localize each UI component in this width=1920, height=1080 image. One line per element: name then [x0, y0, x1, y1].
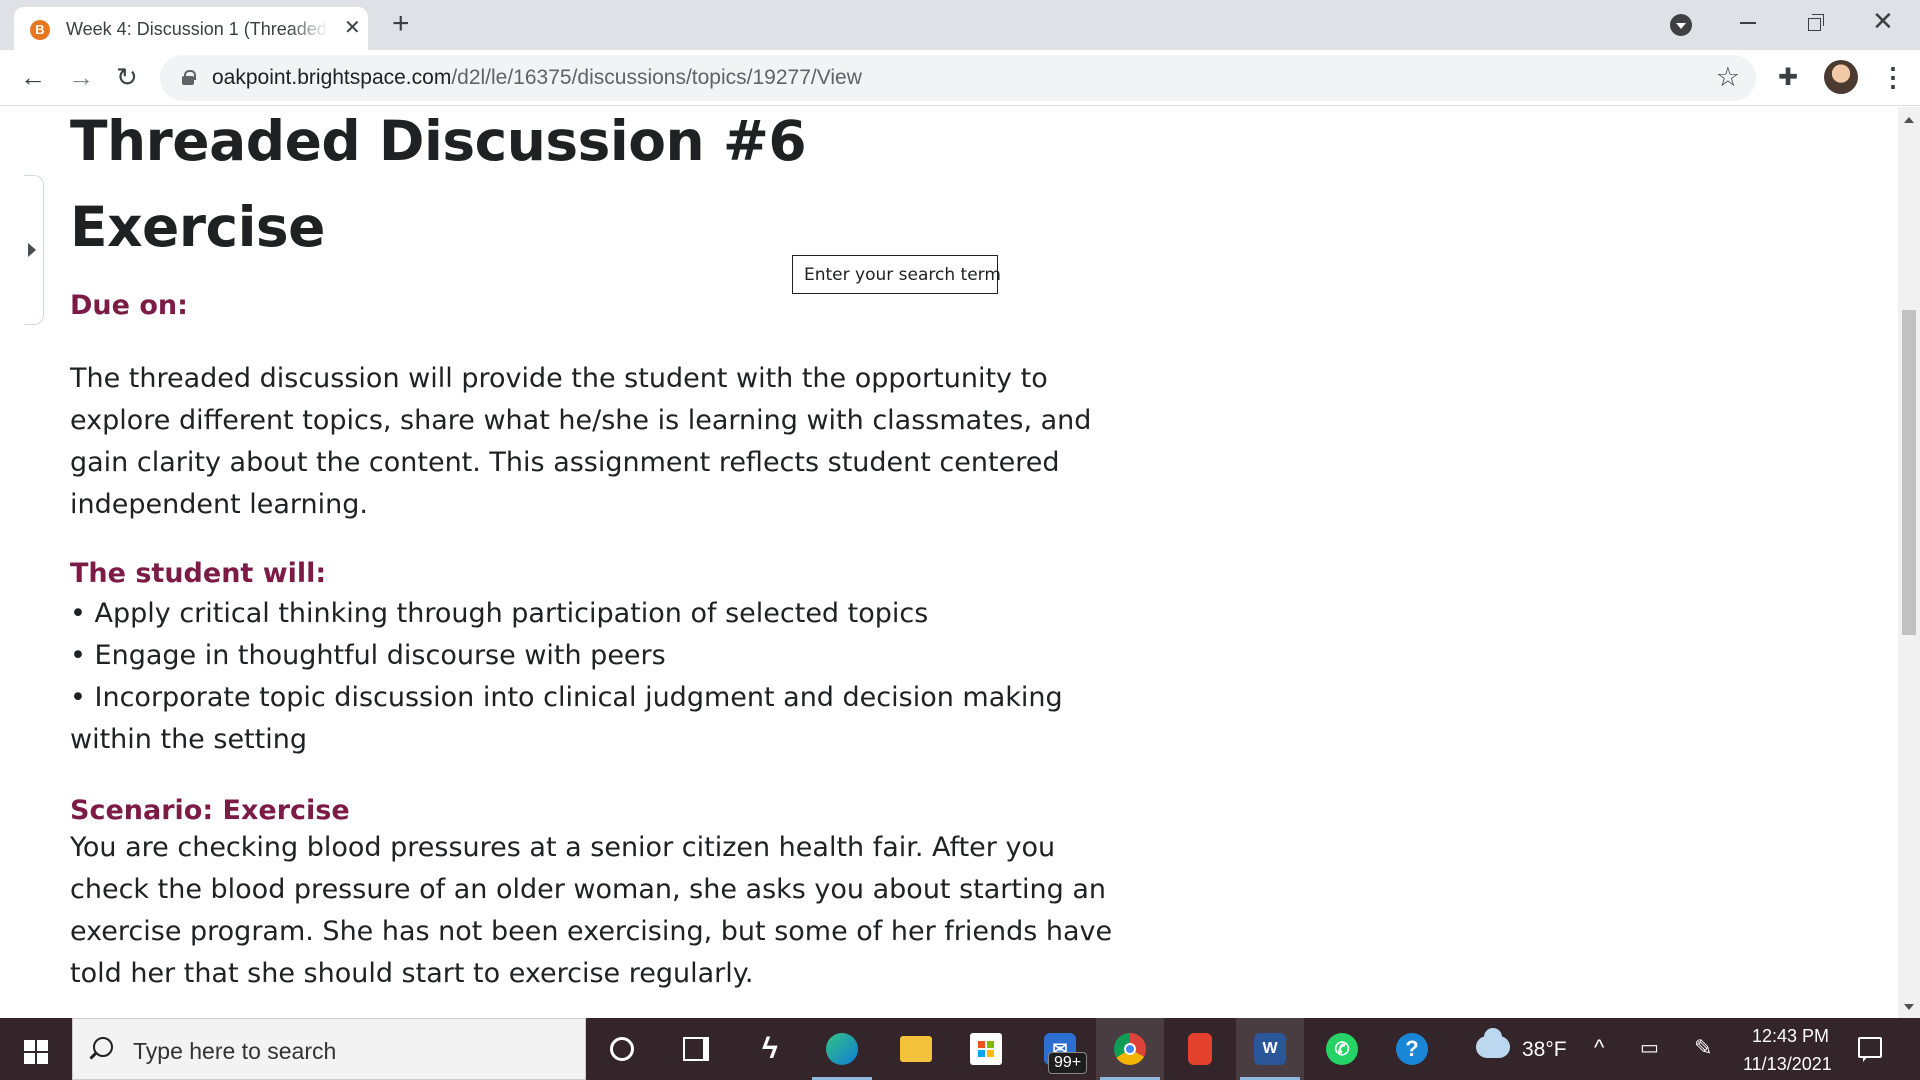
window-close-icon[interactable]: ✕	[1872, 8, 1894, 34]
url-path: /d2l/le/16375/discussions/topics/19277/V…	[451, 66, 862, 89]
cortana-icon	[610, 1037, 634, 1061]
search-icon	[93, 1037, 113, 1057]
scroll-up-icon[interactable]	[1904, 117, 1914, 123]
forward-icon[interactable]: →	[68, 62, 94, 92]
page-scrollbar[interactable]	[1898, 107, 1920, 1018]
taskbar-app-help[interactable]: ?	[1378, 1018, 1446, 1080]
browser-toolbar: ← → ↻ oakpoint.brightspace.com/d2l/le/16…	[0, 50, 1920, 106]
lock-icon[interactable]	[182, 70, 196, 85]
list-item: Incorporate topic discussion into clinic…	[70, 677, 1130, 761]
whatsapp-icon: ✆	[1326, 1033, 1358, 1065]
notification-icon[interactable]	[1858, 1037, 1882, 1062]
edge-icon	[826, 1033, 858, 1065]
restore-icon[interactable]	[1808, 14, 1824, 31]
mail-badge: 99+	[1048, 1052, 1088, 1074]
browser-tab[interactable]: B Week 4: Discussion 1 (Threaded Discuss…	[14, 7, 368, 50]
kebab-menu-icon[interactable]: ⋮	[1880, 63, 1906, 91]
task-view-button[interactable]	[662, 1018, 730, 1080]
url-text[interactable]: oakpoint.brightspace.com/d2l/le/16375/di…	[212, 66, 862, 90]
taskbar-search-placeholder: Type here to search	[133, 1038, 337, 1064]
scenario-heading: Scenario: Exercise	[70, 795, 350, 826]
search-input[interactable]: Enter your search term	[792, 255, 1001, 294]
office-icon	[1188, 1033, 1212, 1065]
tab-strip: B Week 4: Discussion 1 (Threaded Discuss…	[0, 0, 1920, 50]
close-icon[interactable]: ✕	[344, 17, 361, 39]
back-icon[interactable]: ←	[20, 62, 46, 92]
star-icon[interactable]: ☆	[1716, 62, 1740, 92]
taskbar-app-whatsapp[interactable]: ✆	[1308, 1018, 1376, 1080]
list-item: Engage in thoughtful discourse with peer…	[70, 635, 1130, 677]
taskbar-app-store[interactable]	[952, 1018, 1020, 1080]
store-icon	[970, 1033, 1002, 1065]
chrome-icon	[1114, 1033, 1146, 1065]
windows-start-icon[interactable]	[24, 1040, 48, 1064]
folder-icon	[900, 1036, 932, 1062]
url-host: oakpoint.brightspace.com	[212, 66, 452, 89]
tab-title: Week 4: Discussion 1 (Threaded Discussio…	[66, 19, 328, 39]
taskbar-search-input[interactable]: Type here to search	[72, 1018, 586, 1080]
pen-icon[interactable]: ✎	[1694, 1034, 1712, 1062]
minimize-icon[interactable]	[1740, 22, 1756, 24]
puzzle-icon[interactable]: ✚	[1778, 64, 1798, 92]
sidebar-toggle-button[interactable]	[24, 175, 44, 325]
clock-date[interactable]: 11/13/2021	[1743, 1054, 1832, 1075]
objectives-heading: The student will:	[70, 558, 327, 589]
taskbar-app-s[interactable]: ϟ	[736, 1018, 804, 1080]
tab-search-dropdown-icon[interactable]	[1670, 14, 1692, 36]
avatar[interactable]	[1824, 60, 1858, 94]
lightning-app-icon: ϟ	[762, 1032, 778, 1065]
meet-now-icon[interactable]: ▭	[1640, 1034, 1659, 1062]
page-subtitle: Exercise	[70, 195, 325, 259]
help-icon: ?	[1396, 1033, 1428, 1065]
due-label: Due on:	[70, 290, 188, 321]
chevron-up-icon[interactable]: ^	[1594, 1034, 1604, 1062]
clock-time[interactable]: 12:43 PM	[1752, 1026, 1829, 1047]
taskbar-app-office[interactable]	[1166, 1018, 1234, 1080]
taskbar-app-explorer[interactable]	[882, 1018, 950, 1080]
taskbar-app-word[interactable]: W	[1236, 1018, 1304, 1080]
taskbar-app-chrome[interactable]	[1096, 1018, 1164, 1080]
task-view-icon	[683, 1037, 709, 1061]
scrollbar-thumb[interactable]	[1902, 310, 1916, 635]
weather-temperature[interactable]: 38°F	[1522, 1038, 1567, 1062]
taskbar-app-edge[interactable]	[808, 1018, 876, 1080]
page-title: Threaded Discussion #6	[70, 109, 807, 173]
word-icon: W	[1254, 1033, 1286, 1065]
cortana-button[interactable]	[588, 1018, 656, 1080]
scroll-down-icon[interactable]	[1904, 1004, 1914, 1010]
page-content: Threaded Discussion #6 Exercise Enter yo…	[0, 107, 1898, 1018]
objectives-list: Apply critical thinking through particip…	[70, 593, 1130, 761]
list-item: Apply critical thinking through particip…	[70, 593, 1130, 635]
brightspace-favicon-icon: B	[30, 20, 50, 40]
plus-icon[interactable]: +	[392, 9, 410, 39]
cloud-icon[interactable]	[1476, 1028, 1510, 1058]
windows-taskbar: Type here to search ϟ ✉ 99+ W ✆ ? 38°F ^…	[0, 1018, 1920, 1080]
intro-paragraph: The threaded discussion will provide the…	[70, 363, 1092, 520]
reload-icon[interactable]: ↻	[116, 62, 138, 92]
address-bar[interactable]: oakpoint.brightspace.com/d2l/le/16375/di…	[160, 55, 1756, 101]
scenario-paragraph: You are checking blood pressures at a se…	[70, 832, 1113, 989]
